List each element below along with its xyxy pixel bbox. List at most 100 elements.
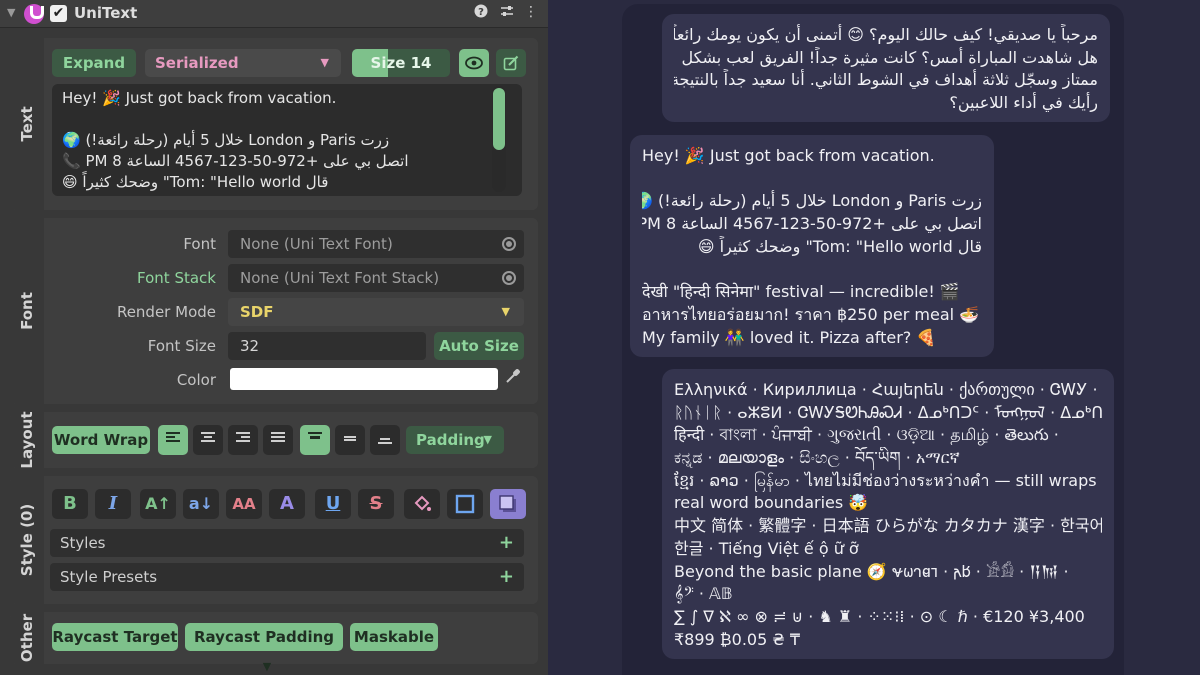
raycast-padding-dropdown[interactable]: Raycast Padding ▼ <box>185 623 343 673</box>
render-mode-dropdown[interactable]: SDF ▼ <box>228 298 524 326</box>
font-section-tab: Font <box>10 218 44 404</box>
text-line: زرت Paris و London خلال 5 أيام (رحلة رائ… <box>62 131 390 149</box>
font-stack-label: Font Stack <box>137 269 216 287</box>
smallcaps-button[interactable]: AA <box>226 489 262 519</box>
expand-button[interactable]: Expand <box>52 49 136 77</box>
align-right-button[interactable] <box>228 425 258 455</box>
edit-button[interactable] <box>496 49 526 77</box>
bubble-line: Beyond the basic plane 🧭 𐐷𐐶𐐻𐐼𐐹 · 𐌰𐌱 · 𓀀𓀁… <box>674 561 1069 581</box>
auto-size-button[interactable]: Auto Size <box>434 332 524 360</box>
bubble-line: قال Tom: "Hello world" وضحك كثيراً 😄 <box>697 236 982 256</box>
word-wrap-button[interactable]: Word Wrap <box>52 426 150 454</box>
shadow-button[interactable] <box>490 489 526 519</box>
chat-bubble-arabic: مرحباً يا صديقي! كيف حالك اليوم؟ 😊 أتمنى… <box>662 14 1110 122</box>
uppercase-button[interactable]: A↑ <box>140 489 176 519</box>
valign-top-button[interactable] <box>300 425 330 455</box>
collapse-arrow-icon[interactable]: ▼ <box>7 6 15 19</box>
style-section-body: B I A↑ a↓ AA A U S Styles + Style Preset… <box>44 476 538 604</box>
other-section-label: Other <box>18 613 36 663</box>
bubble-line: हिन्दी · বাংলা · ਪੰਜਾਬੀ · ગુજરાતી · ଓଡ଼ି… <box>674 425 1059 445</box>
text-line: قال Tom: "Hello world" وضحك كثيراً 😄 <box>62 173 329 191</box>
more-vertical-icon[interactable]: ⋮ <box>522 4 540 20</box>
bubble-line: ∑ ∫ ∇ ℵ ∞ ⊗ ≓ ⊍ · ♞ ♜ · ⁘⁙⁝⁞ · ⊙ ☾ ℏ · €… <box>674 606 1085 626</box>
align-center-icon <box>201 432 215 442</box>
add-style-icon[interactable]: + <box>499 529 514 557</box>
square-outline-icon <box>455 494 475 514</box>
strikethrough-button[interactable]: S <box>358 489 394 519</box>
outline-button[interactable]: A <box>269 489 305 519</box>
bubble-line: هل شاهدت المباراة أمس؟ كانت مثيرة جداً! … <box>681 47 1098 67</box>
other-section-tab: Other <box>10 612 44 664</box>
align-right-icon <box>236 432 250 442</box>
text-line: Hey! 🎉 Just got back from vacation. <box>62 89 337 107</box>
font-stack-value: None (Uni Text Font Stack) <box>240 269 440 287</box>
object-picker-icon[interactable] <box>502 237 516 251</box>
style-presets-field[interactable]: Style Presets + <box>50 563 524 591</box>
align-left-icon <box>166 432 180 442</box>
text-section-body: Expand Serialized ▼ Size 14 Hey! 🎉 Just … <box>44 38 538 210</box>
scrollbar-thumb[interactable] <box>493 88 505 150</box>
style-section-tab: Style (0) <box>10 476 44 604</box>
valign-middle-icon <box>344 436 356 441</box>
chat-bubble-mixed: Hey! 🎉 Just got back from vacation. زرت … <box>630 135 994 357</box>
styles-field[interactable]: Styles + <box>50 529 524 557</box>
highlight-button[interactable] <box>404 489 440 519</box>
valign-bottom-button[interactable] <box>370 425 400 455</box>
color-swatch[interactable] <box>230 368 498 390</box>
bold-button[interactable]: B <box>52 489 88 519</box>
chat-preview-panel: مرحباً يا صديقي! كيف حالك اليوم؟ 😊 أتمنى… <box>622 4 1124 675</box>
other-section-body: Raycast Target Raycast Padding ▼ Maskabl… <box>44 612 538 673</box>
help-icon[interactable]: ? <box>472 4 490 22</box>
valign-middle-button[interactable] <box>335 425 365 455</box>
eye-icon <box>465 56 483 70</box>
font-field[interactable]: None (Uni Text Font) <box>228 230 524 258</box>
settings-sliders-icon[interactable] <box>498 4 516 22</box>
lowercase-button[interactable]: a↓ <box>183 489 219 519</box>
underline-button[interactable]: U <box>315 489 351 519</box>
styles-label: Styles <box>60 534 106 552</box>
chat-bubble-scripts: Ελληνικά · Кириллица · Հայերեն · ქართული… <box>662 369 1114 659</box>
text-section-tab: Text <box>10 38 44 210</box>
italic-button[interactable]: I <box>95 489 131 519</box>
add-style-preset-icon[interactable]: + <box>499 563 514 591</box>
bubble-line: زرت Paris و London خلال 5 أيام (رحلة رائ… <box>642 191 982 211</box>
bubble-line: देखी "हिन्दी सिनेमा" festival — incredib… <box>642 282 960 302</box>
padding-dropdown[interactable]: Padding ▼ <box>406 426 504 454</box>
object-picker-icon[interactable] <box>502 271 516 285</box>
enabled-checkbox[interactable]: ✔ <box>50 5 67 22</box>
align-left-button[interactable] <box>158 425 188 455</box>
bubble-line: ಕನ್ನಡ · മലയാളം · සිංහල · བོད་ཡིག · አማርኛ <box>674 448 960 468</box>
text-scrollbar[interactable] <box>492 86 506 192</box>
text-line: اتصل بي على +972-50-123-4567 الساعة 8 PM… <box>62 152 409 170</box>
size-label: Size 14 <box>370 54 432 72</box>
raycast-padding-label: Raycast Padding <box>193 628 335 646</box>
preview-eye-button[interactable] <box>459 49 489 77</box>
style-section-label: Style (0) <box>18 503 36 577</box>
valign-bottom-icon <box>378 438 392 444</box>
font-size-field[interactable]: 32 <box>228 332 426 360</box>
bubble-line <box>642 168 982 191</box>
bubble-line: 中文 简体 · 繁體字 · 日本語 ひらがな カタカナ 漢字 · 한국어 <box>674 516 1102 536</box>
bubble-line: อาหารไทยอร่อยมาก! ราคา ฿250 per meal 🍜 <box>642 304 980 324</box>
bubble-line: اتصل بي على +972-50-123-4567 الساعة 8 PM… <box>642 214 982 234</box>
inspector-panel: ▼ ✔ UniText ? ⋮ Text Expand Serialized ▼… <box>0 0 548 675</box>
font-size-label: Font Size <box>147 337 216 355</box>
layout-section-tab: Layout <box>10 411 44 469</box>
raycast-target-button[interactable]: Raycast Target <box>52 623 178 651</box>
other-section: Other Raycast Target Raycast Padding ▼ M… <box>10 612 538 673</box>
font-stack-field[interactable]: None (Uni Text Font Stack) <box>228 264 524 292</box>
serialized-dropdown[interactable]: Serialized ▼ <box>145 49 341 77</box>
maskable-button[interactable]: Maskable <box>350 623 438 651</box>
align-center-button[interactable] <box>193 425 223 455</box>
border-button[interactable] <box>447 489 483 519</box>
render-mode-label: Render Mode <box>116 303 216 321</box>
size-slider[interactable]: Size 14 <box>352 49 450 77</box>
font-size-value: 32 <box>240 337 260 355</box>
edit-icon <box>503 55 519 71</box>
text-section-label: Text <box>18 106 36 142</box>
text-input-area[interactable]: Hey! 🎉 Just got back from vacation. زرت … <box>52 84 522 196</box>
eyedropper-icon[interactable] <box>504 367 524 389</box>
align-justify-button[interactable] <box>263 425 293 455</box>
font-section-body: Font None (Uni Text Font) Font Stack Non… <box>44 218 538 404</box>
bubble-line: 한글 · Tiếng Việt ế ộ ữ ỡ <box>674 538 859 558</box>
